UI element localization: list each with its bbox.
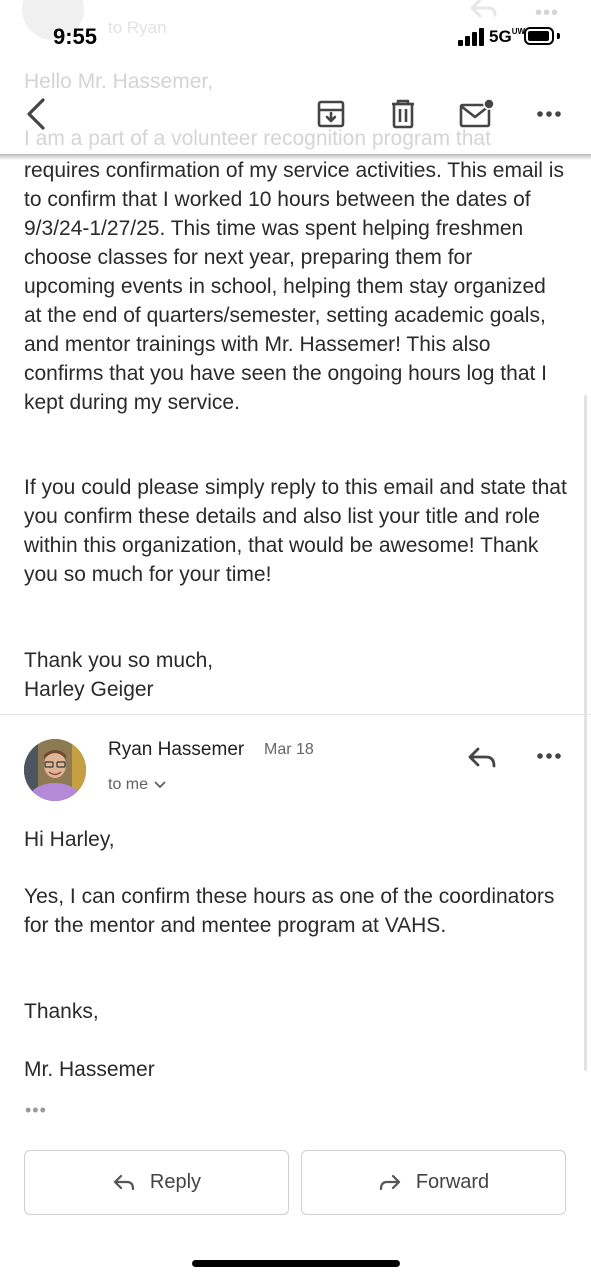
chevron-down-icon <box>154 781 166 788</box>
status-bar: 9:55 5GUW <box>0 0 591 70</box>
mail-unread-icon <box>459 99 494 128</box>
reply-icon <box>113 1174 135 1190</box>
network-type: 5G <box>489 27 512 46</box>
reply-body: Yes, I can confirm these hours as one of… <box>24 885 555 937</box>
scrollbar[interactable] <box>584 395 587 1071</box>
message-divider <box>0 714 591 715</box>
more-options-button[interactable] <box>528 86 570 142</box>
forward-button-label: Forward <box>415 1171 490 1193</box>
forward-icon <box>379 1174 400 1190</box>
show-quoted-text-button[interactable]: ••• <box>25 1100 47 1121</box>
back-button[interactable] <box>16 86 56 142</box>
message-date: Mar 18 <box>264 741 314 758</box>
archive-button[interactable] <box>310 86 352 142</box>
more-horizontal-icon[interactable] <box>536 744 562 768</box>
first-message-signoff: Thank you so much, Harley Geiger <box>24 646 569 704</box>
trash-icon <box>392 99 414 129</box>
reply-thanks: Thanks, <box>24 1000 99 1023</box>
first-message-body: requires confirmation of my service acti… <box>24 156 569 417</box>
sender-photo <box>24 739 86 801</box>
chevron-left-icon <box>27 98 45 130</box>
recipient-label: to me <box>108 776 149 793</box>
reply-button[interactable]: Reply <box>24 1150 289 1215</box>
archive-icon <box>317 100 345 128</box>
recipient-details-toggle[interactable]: to me <box>108 776 166 794</box>
avatar[interactable] <box>24 739 86 801</box>
reply-button-label: Reply <box>149 1171 202 1193</box>
network-subtype: UW <box>511 27 526 36</box>
message-paragraph: If you could please simply reply to this… <box>24 476 567 586</box>
reply-icon[interactable] <box>466 742 498 772</box>
more-horizontal-icon <box>537 111 561 117</box>
reply-greeting: Hi Harley, <box>24 828 115 851</box>
message-closing: Thank you so much, <box>24 649 214 672</box>
message-paragraph: requires confirmation of my service acti… <box>24 159 564 414</box>
delete-button[interactable] <box>382 86 424 142</box>
forward-button[interactable]: Forward <box>301 1150 566 1215</box>
message-toolbar <box>0 86 591 142</box>
first-message-request: If you could please simply reply to this… <box>24 473 569 589</box>
battery-icon <box>524 27 554 45</box>
signal-icon <box>458 28 486 46</box>
network-indicator: 5GUW <box>489 27 526 47</box>
reply-signature: Mr. Hassemer <box>24 1058 155 1081</box>
home-indicator[interactable] <box>192 1260 400 1267</box>
status-time: 9:55 <box>53 24 98 49</box>
sender-name[interactable]: Ryan Hassemer <box>108 739 244 761</box>
mark-unread-button[interactable] <box>454 86 498 142</box>
message-signature: Harley Geiger <box>24 678 154 701</box>
